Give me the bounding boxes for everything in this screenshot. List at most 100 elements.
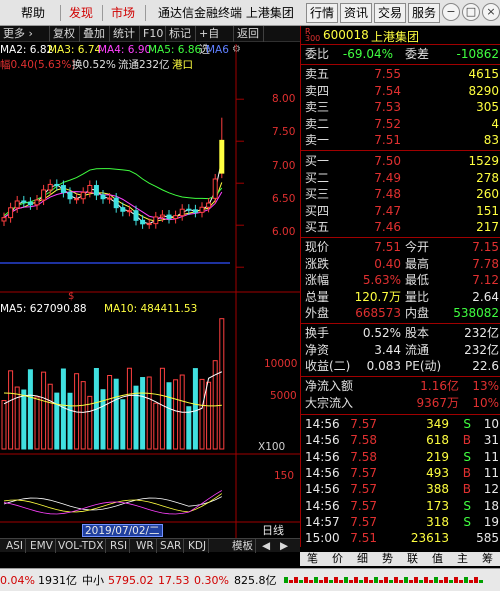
market-pct: 0.04% bbox=[0, 574, 35, 587]
f10-button[interactable]: F10 bbox=[140, 26, 166, 42]
tab-template[interactable]: 模板 bbox=[230, 539, 256, 553]
tab-wr[interactable]: WR bbox=[134, 539, 157, 553]
ask-price: 7.51 bbox=[374, 133, 401, 148]
quote-tab[interactable]: 联 bbox=[400, 552, 425, 566]
bid-volume: 151 bbox=[476, 203, 499, 218]
quotes-button[interactable]: 行情 bbox=[306, 3, 338, 23]
trade-button[interactable]: 交易 bbox=[374, 3, 406, 23]
minimize-icon[interactable]: − bbox=[442, 3, 460, 21]
stat2-row: 换手 0.52% 股本 232亿 bbox=[301, 326, 500, 341]
tab-asi[interactable]: ASI bbox=[4, 539, 26, 553]
menu-separator bbox=[145, 5, 146, 21]
statistics-button[interactable]: 统计 bbox=[110, 26, 140, 42]
candle-body bbox=[54, 183, 60, 187]
indicator-line bbox=[3, 490, 223, 515]
volume-bar bbox=[21, 389, 27, 450]
bid-row: 买一 7.50 1529 bbox=[301, 154, 500, 169]
kline-chart[interactable]: $ bbox=[0, 44, 300, 538]
stat-value: 22.6 bbox=[472, 359, 499, 374]
tick-volume: 388 bbox=[426, 482, 449, 497]
tab-emv[interactable]: EMV bbox=[28, 539, 56, 553]
period-button[interactable]: 日线 bbox=[262, 524, 284, 537]
menu-help[interactable]: 帮助 bbox=[18, 4, 48, 22]
tick-direction: S bbox=[463, 417, 471, 431]
weibi-row: 委比 -69.04% 委差 -10862 bbox=[305, 47, 499, 61]
breadth-tick bbox=[399, 580, 403, 583]
tick-row: 14:56 7.58 219 S 11 bbox=[301, 450, 500, 465]
stat-label: 量比 bbox=[405, 289, 430, 304]
stat-value: 0.083 bbox=[366, 359, 401, 374]
tick-count: 11 bbox=[483, 449, 499, 464]
quote-tab[interactable]: 笔 bbox=[300, 552, 325, 566]
tab-kdj[interactable]: KDJ bbox=[186, 539, 210, 553]
volume-bar bbox=[107, 375, 113, 450]
quote-tab[interactable]: 势 bbox=[375, 552, 400, 566]
index-value: 5795.02 bbox=[108, 574, 154, 587]
add-watchlist-button[interactable]: +自选 bbox=[196, 26, 234, 56]
maximize-icon[interactable]: □ bbox=[462, 3, 480, 21]
tick-price: 7.57 bbox=[350, 465, 377, 480]
quote-tab[interactable]: 价 bbox=[325, 552, 350, 566]
candle-body bbox=[60, 185, 66, 193]
close-icon[interactable]: × bbox=[482, 3, 500, 21]
volume-unit-label: X100 bbox=[258, 441, 286, 453]
overlay-button[interactable]: 叠加 bbox=[80, 26, 110, 42]
tick-volume: 173 bbox=[426, 498, 449, 513]
breadth-tick bbox=[339, 580, 343, 583]
tick-direction: B bbox=[462, 465, 471, 480]
news-button[interactable]: 资讯 bbox=[340, 3, 372, 23]
ask-label: 卖一 bbox=[305, 133, 330, 148]
breadth-tick bbox=[349, 580, 353, 583]
candle-body bbox=[93, 184, 99, 196]
breadth-tick bbox=[309, 580, 313, 583]
tab-sar[interactable]: SAR bbox=[158, 539, 185, 553]
tab-vol-tdx[interactable]: VOL-TDX bbox=[56, 539, 107, 553]
stat-row: 涨跌 0.40 最高 7.78 bbox=[301, 257, 500, 272]
service-button[interactable]: 服务 bbox=[408, 3, 440, 23]
bid-volume: 1529 bbox=[468, 154, 499, 168]
candle-body bbox=[212, 178, 218, 199]
quote-tab[interactable]: 细 bbox=[350, 552, 375, 566]
tick-time: 14:56 bbox=[305, 433, 340, 448]
dividend-marker-icon[interactable]: $ bbox=[68, 291, 74, 302]
mark-button[interactable]: 标记 bbox=[166, 26, 196, 42]
ask-row: 卖一 7.51 83 bbox=[301, 133, 500, 148]
more-button[interactable]: 更多 › bbox=[0, 26, 50, 42]
tick-count: 11 bbox=[483, 465, 499, 480]
candle bbox=[34, 194, 40, 210]
candle-body bbox=[186, 208, 192, 211]
tick-price: 7.57 bbox=[350, 514, 377, 529]
menu-discover[interactable]: 发现 bbox=[66, 4, 96, 22]
candle bbox=[80, 187, 86, 204]
bid-label: 买五 bbox=[305, 220, 330, 235]
candle-body bbox=[126, 210, 132, 213]
restore-rights-button[interactable]: 复权 bbox=[50, 26, 80, 42]
tab-rsi[interactable]: RSI bbox=[108, 539, 131, 553]
candle-body bbox=[173, 215, 179, 219]
ask-price: 7.54 bbox=[374, 83, 401, 98]
candle-body bbox=[146, 223, 152, 226]
candle bbox=[126, 205, 132, 217]
volume-bar bbox=[159, 367, 165, 450]
volume-ma5-label: MA5: 627090.88 bbox=[0, 303, 87, 315]
next-arrow-icon[interactable]: ▶ bbox=[278, 539, 290, 553]
candle-body bbox=[133, 210, 139, 221]
tick-volume: 219 bbox=[426, 449, 449, 464]
back-button[interactable]: 返回 bbox=[234, 26, 264, 42]
breadth-tick bbox=[299, 580, 303, 583]
quote-tab[interactable]: 筹 bbox=[475, 552, 500, 566]
volume-bar bbox=[113, 378, 119, 450]
market-breadth-indicator bbox=[284, 576, 490, 585]
cursor-date-label: 2019/07/02/二 bbox=[82, 524, 163, 537]
candle-body bbox=[120, 207, 126, 212]
quote-tab[interactable]: 值 bbox=[425, 552, 450, 566]
stat-value: 7.12 bbox=[472, 273, 499, 288]
index-name[interactable]: 中小 bbox=[82, 574, 104, 588]
menu-market[interactable]: 市场 bbox=[108, 4, 138, 22]
stat2-row: 净资 3.44 流通 232亿 bbox=[301, 343, 500, 358]
quote-tab[interactable]: 主 bbox=[450, 552, 475, 566]
candle-body bbox=[166, 214, 172, 219]
stat-row: 总量 120.7万 量比 2.64 bbox=[301, 290, 500, 305]
prev-arrow-icon[interactable]: ◀ bbox=[260, 539, 272, 553]
volume-bars bbox=[1, 318, 225, 450]
